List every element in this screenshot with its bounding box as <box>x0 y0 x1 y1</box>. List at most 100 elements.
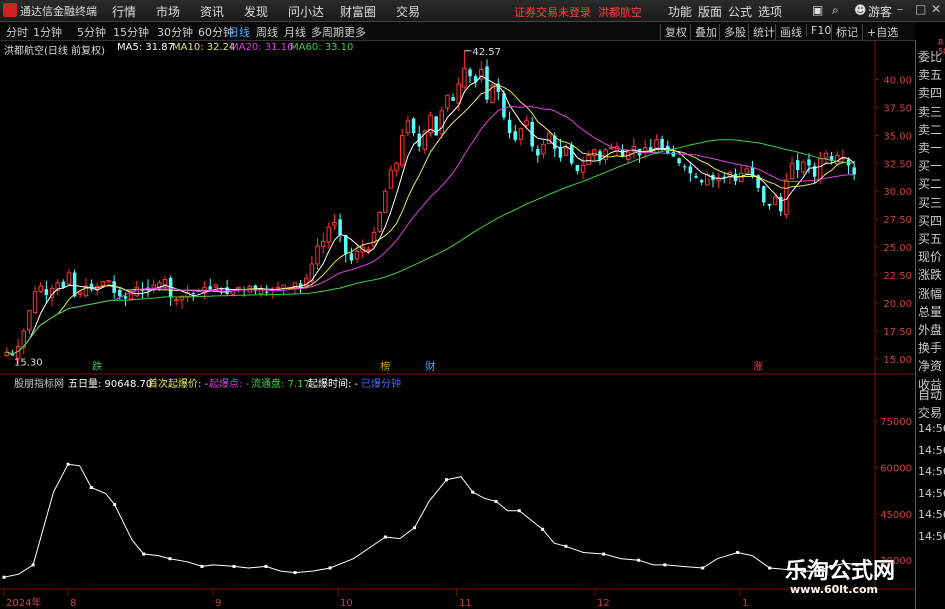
tab-period-3[interactable]: 15分钟 <box>113 24 149 40</box>
sidebar-item-8[interactable]: 买三 <box>918 194 942 211</box>
sidebar-item-20[interactable]: 交易 <box>918 404 942 421</box>
menu-item-5[interactable]: 财富圈 <box>340 3 376 20</box>
candle-109 <box>620 149 625 157</box>
period-toolbar: 分时 1分钟 5分钟 15分钟 30分钟 60分钟 日线 周线 月线 多周期 更多 复权 叠加 多股 统计… <box>0 22 915 41</box>
close-icon[interactable]: ✕ <box>931 2 941 16</box>
annotation-low: 15.30 <box>14 357 43 368</box>
event-marker-0: 跌 <box>92 360 102 373</box>
sidebar-item-6[interactable]: 买一 <box>918 157 942 174</box>
indicator-point-48 <box>736 551 740 554</box>
indicator-point-42 <box>637 558 641 562</box>
candle-46 <box>264 291 269 293</box>
candle-131 <box>744 168 750 174</box>
candle-78 <box>445 94 450 109</box>
watermark-url: www.60lt.com <box>790 583 879 596</box>
candle-102 <box>580 165 586 173</box>
time-label-1: 14:56 <box>918 443 945 457</box>
maximize-icon[interactable]: □ <box>915 2 926 16</box>
right-menu-item-3[interactable]: 选项 <box>758 3 782 20</box>
sidebar-item-10[interactable]: 买五 <box>918 230 942 247</box>
sidebar-item-11[interactable]: 现价 <box>918 248 942 265</box>
candle-119 <box>677 158 681 164</box>
tool-button-0[interactable]: 复权 <box>660 24 687 40</box>
sidebar-item-19[interactable]: 自动 <box>918 386 942 403</box>
event-marker-2: 财 <box>426 360 436 373</box>
menu-item-3[interactable]: 发现 <box>244 3 268 20</box>
minimize-icon[interactable]: – <box>897 2 903 16</box>
candle-145 <box>823 152 829 159</box>
menu-item-4[interactable]: 问小达 <box>288 3 324 20</box>
tab-period-2[interactable]: 5分钟 <box>77 24 106 40</box>
menu-item-1[interactable]: 市场 <box>156 3 180 20</box>
ma-legend-3: MA60: 33.10 <box>290 42 354 53</box>
indicator-point-40 <box>602 552 606 556</box>
right-menu-item-0[interactable]: 功能 <box>668 3 692 20</box>
ytick-label-ind-3: 75000 <box>880 417 912 428</box>
tool-button-5[interactable]: F10 <box>806 24 831 37</box>
tab-period-0[interactable]: 分时 <box>6 24 28 40</box>
sidebar-item-17[interactable]: 净资 <box>918 357 942 374</box>
menu-item-2[interactable]: 资讯 <box>200 3 224 20</box>
candle-64 <box>366 248 371 251</box>
sidebar-item-7[interactable]: 买二 <box>918 175 942 192</box>
tab-period-9[interactable]: 多周期 <box>311 24 344 40</box>
ytick-label-main-4: 25.00 <box>883 243 912 254</box>
sidebar-item-9[interactable]: 买四 <box>918 212 942 229</box>
sidebar-item-2[interactable]: 卖四 <box>918 84 942 101</box>
tab-period-4[interactable]: 30分钟 <box>157 24 193 40</box>
candle-118 <box>671 152 676 157</box>
tool-button-6[interactable]: 标记 <box>831 24 858 40</box>
tool-button-3[interactable]: 统计 <box>748 24 775 40</box>
tool-button-4[interactable]: 画线 <box>775 24 802 40</box>
candle-62 <box>354 251 360 260</box>
candle-30 <box>174 299 179 302</box>
guest-icon[interactable]: ☻ <box>854 3 867 17</box>
chart-area[interactable]: 15.00 17.50 20.00 22.50 25.00 27.50 30.00 32.50… <box>0 40 915 609</box>
tool-button-2[interactable]: 多股 <box>719 24 746 40</box>
tab-period-10[interactable]: 更多 <box>344 24 366 40</box>
menu-item-0[interactable]: 行情 <box>112 3 136 20</box>
candle-122 <box>694 176 698 178</box>
sidebar-item-5[interactable]: 卖一 <box>918 139 942 156</box>
menu-item-6[interactable]: 交易 <box>396 3 420 20</box>
tab-period-8[interactable]: 月线 <box>284 24 306 40</box>
tool-button-1[interactable]: 叠加 <box>690 24 717 40</box>
indicator-point-32 <box>494 499 498 503</box>
candle-98 <box>558 147 563 158</box>
sidebar-item-15[interactable]: 外盘 <box>918 321 942 338</box>
sidebar-item-1[interactable]: 卖五 <box>918 66 942 83</box>
sidebar-item-3[interactable]: 卖三 <box>918 103 942 120</box>
tool-button-7[interactable]: +自选 <box>862 24 898 40</box>
candle-61 <box>349 253 354 261</box>
login-warning[interactable]: 证券交易未登录 洪都航空 <box>514 4 642 20</box>
indicator-point-4 <box>66 462 70 466</box>
tab-period-1[interactable]: 1分钟 <box>33 24 62 40</box>
search-icon[interactable]: ⌕ <box>832 3 839 18</box>
right-menu-item-2[interactable]: 公式 <box>728 3 752 20</box>
tab-period-7[interactable]: 周线 <box>256 24 278 40</box>
ytick-label-main-8: 35.00 <box>883 131 912 142</box>
sidebar-item-13[interactable]: 涨幅 <box>918 285 942 302</box>
candle-94 <box>536 149 540 156</box>
indicator-point-36 <box>541 527 545 531</box>
candle-90 <box>513 131 517 140</box>
quote-sidebar: 委比 卖五 卖四 卖三 卖二 卖一 买一 买二 买三 买四 买五 现价 涨跌 涨幅 总量 外盘 换手 净资 收益 自动… <box>915 38 945 609</box>
candle-124 <box>705 173 710 186</box>
indicator-legend-4: 流通盘: 7.17 <box>251 379 310 390</box>
sidebar-item-12[interactable]: 涨跌 <box>918 266 942 283</box>
candle-70 <box>400 134 405 166</box>
app-logo-icon <box>3 3 17 17</box>
app-name: 通达信金融终端 <box>20 5 97 18</box>
skin-icon[interactable]: ▣ <box>812 3 823 17</box>
guest-label[interactable]: 游客 <box>868 3 892 20</box>
indicator-legend-3: 起爆点: - <box>209 379 250 390</box>
candle-95 <box>541 143 546 155</box>
sidebar-item-16[interactable]: 换手 <box>918 339 942 356</box>
sidebar-item-14[interactable]: 总量 <box>918 303 942 320</box>
ytick-label-ind-1: 45000 <box>880 510 912 521</box>
right-menu-item-1[interactable]: 版面 <box>698 3 722 20</box>
sidebar-top-0: R <box>938 38 944 47</box>
sidebar-item-4[interactable]: 卖二 <box>918 121 942 138</box>
candle-58 <box>332 222 337 226</box>
tab-period-6[interactable]: 日线 <box>228 24 250 40</box>
